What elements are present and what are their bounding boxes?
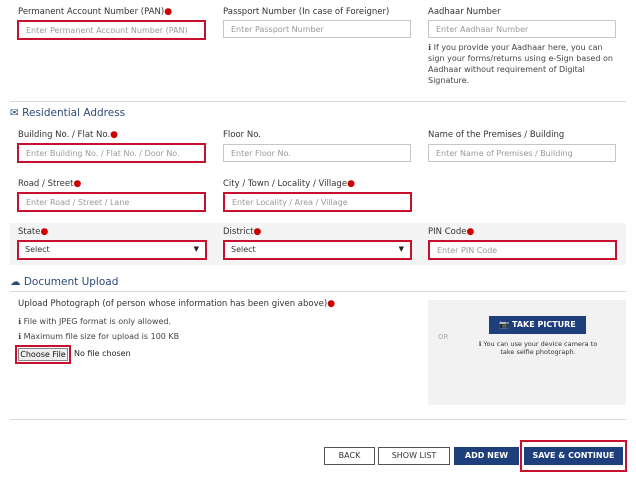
road-input[interactable]: Enter Road / Street / Lane	[17, 192, 206, 212]
required-marker: ●	[253, 227, 262, 237]
file-size-info: ℹ Maximum file size for upload is 100 KB	[18, 332, 180, 341]
camera-help-line-1: You can use your device camera to	[483, 340, 598, 348]
city-input[interactable]: Enter Locality / Area / Village	[223, 192, 412, 212]
document-upload-title: ☁ Document Upload	[10, 276, 119, 288]
aadhaar-help-line-2: sign your forms/returns using e-Sign bas…	[428, 54, 613, 63]
premises-input[interactable]: Enter Name of Premises / Building	[428, 144, 616, 162]
required-marker: ●	[164, 7, 173, 17]
pan-input[interactable]: Enter Permanent Account Number (PAN)	[17, 20, 206, 40]
aadhaar-help: ℹ If you provide your Aadhaar here, you …	[428, 42, 628, 86]
divider	[10, 101, 626, 102]
required-marker: ●	[40, 227, 49, 237]
show-list-button[interactable]: SHOW LIST	[378, 447, 450, 465]
camera-help-line-2: take selfie photograph.	[500, 348, 576, 356]
floor-label: Floor No.	[223, 130, 261, 140]
aadhaar-help-line-4: Signature.	[428, 76, 470, 85]
aadhaar-help-line-1: If you provide your Aadhaar here, you ca…	[433, 43, 603, 52]
caret-down-icon: ▼	[193, 245, 199, 253]
district-select-value: Select	[231, 245, 256, 254]
info-icon: ℹ	[428, 43, 432, 52]
district-select[interactable]: Select ▼	[223, 240, 412, 260]
take-picture-button[interactable]: 📷 TAKE PICTURE	[489, 316, 586, 334]
building-input[interactable]: Enter Building No. / Flat No. / Door No.	[17, 143, 206, 163]
required-marker: ●	[466, 227, 475, 237]
premises-label: Name of the Premises / Building	[428, 130, 565, 140]
floor-input[interactable]: Enter Floor No.	[223, 144, 411, 162]
divider	[10, 419, 626, 420]
cloud-upload-icon: ☁	[10, 276, 21, 288]
save-continue-button[interactable]: SAVE & CONTINUE	[524, 447, 623, 465]
back-button[interactable]: BACK	[324, 447, 375, 465]
info-icon: ℹ	[18, 332, 22, 341]
district-label: District●	[223, 227, 262, 237]
state-select[interactable]: Select ▼	[17, 240, 207, 260]
aadhaar-input[interactable]: Enter Aadhaar Number	[428, 20, 616, 38]
add-new-button[interactable]: ADD NEW	[454, 447, 519, 465]
city-label: City / Town / Locality / Village●	[223, 179, 355, 189]
state-select-value: Select	[25, 245, 50, 254]
info-icon: ℹ	[18, 317, 22, 326]
no-file-chosen-text: No file chosen	[74, 349, 131, 358]
required-marker: ●	[110, 130, 119, 140]
passport-input[interactable]: Enter Passport Number	[223, 20, 411, 38]
pan-label: Permanent Account Number (PAN)●	[18, 7, 173, 17]
pin-input[interactable]: Enter PIN Code	[428, 240, 617, 260]
camera-icon: 📷	[499, 320, 510, 329]
required-marker: ●	[327, 299, 336, 309]
building-label: Building No. / Flat No.●	[18, 130, 119, 140]
aadhaar-help-line-3: Aadhaar without requirement of Digital	[428, 65, 585, 74]
passport-label: Passport Number (In case of Foreigner)	[223, 7, 390, 17]
camera-help: ℹ You can use your device camera to take…	[478, 340, 598, 356]
divider	[10, 291, 626, 292]
choose-file-button[interactable]: Choose File	[18, 348, 68, 361]
aadhaar-label: Aadhaar Number	[428, 7, 501, 17]
caret-down-icon: ▼	[398, 245, 404, 253]
required-marker: ●	[347, 179, 355, 189]
required-marker: ●	[73, 179, 82, 189]
info-icon: ℹ	[478, 340, 482, 348]
envelope-icon: ✉	[10, 107, 19, 119]
or-separator: OR	[438, 333, 449, 341]
photo-label: Upload Photograph (of person whose infor…	[18, 299, 336, 309]
residential-address-title: ✉ Residential Address	[10, 107, 126, 119]
road-label: Road / Street●	[18, 179, 82, 189]
state-label: State●	[18, 227, 49, 237]
file-format-info: ℹ File with JPEG format is only allowed.	[18, 317, 171, 326]
pin-label: PIN Code●	[428, 227, 475, 237]
